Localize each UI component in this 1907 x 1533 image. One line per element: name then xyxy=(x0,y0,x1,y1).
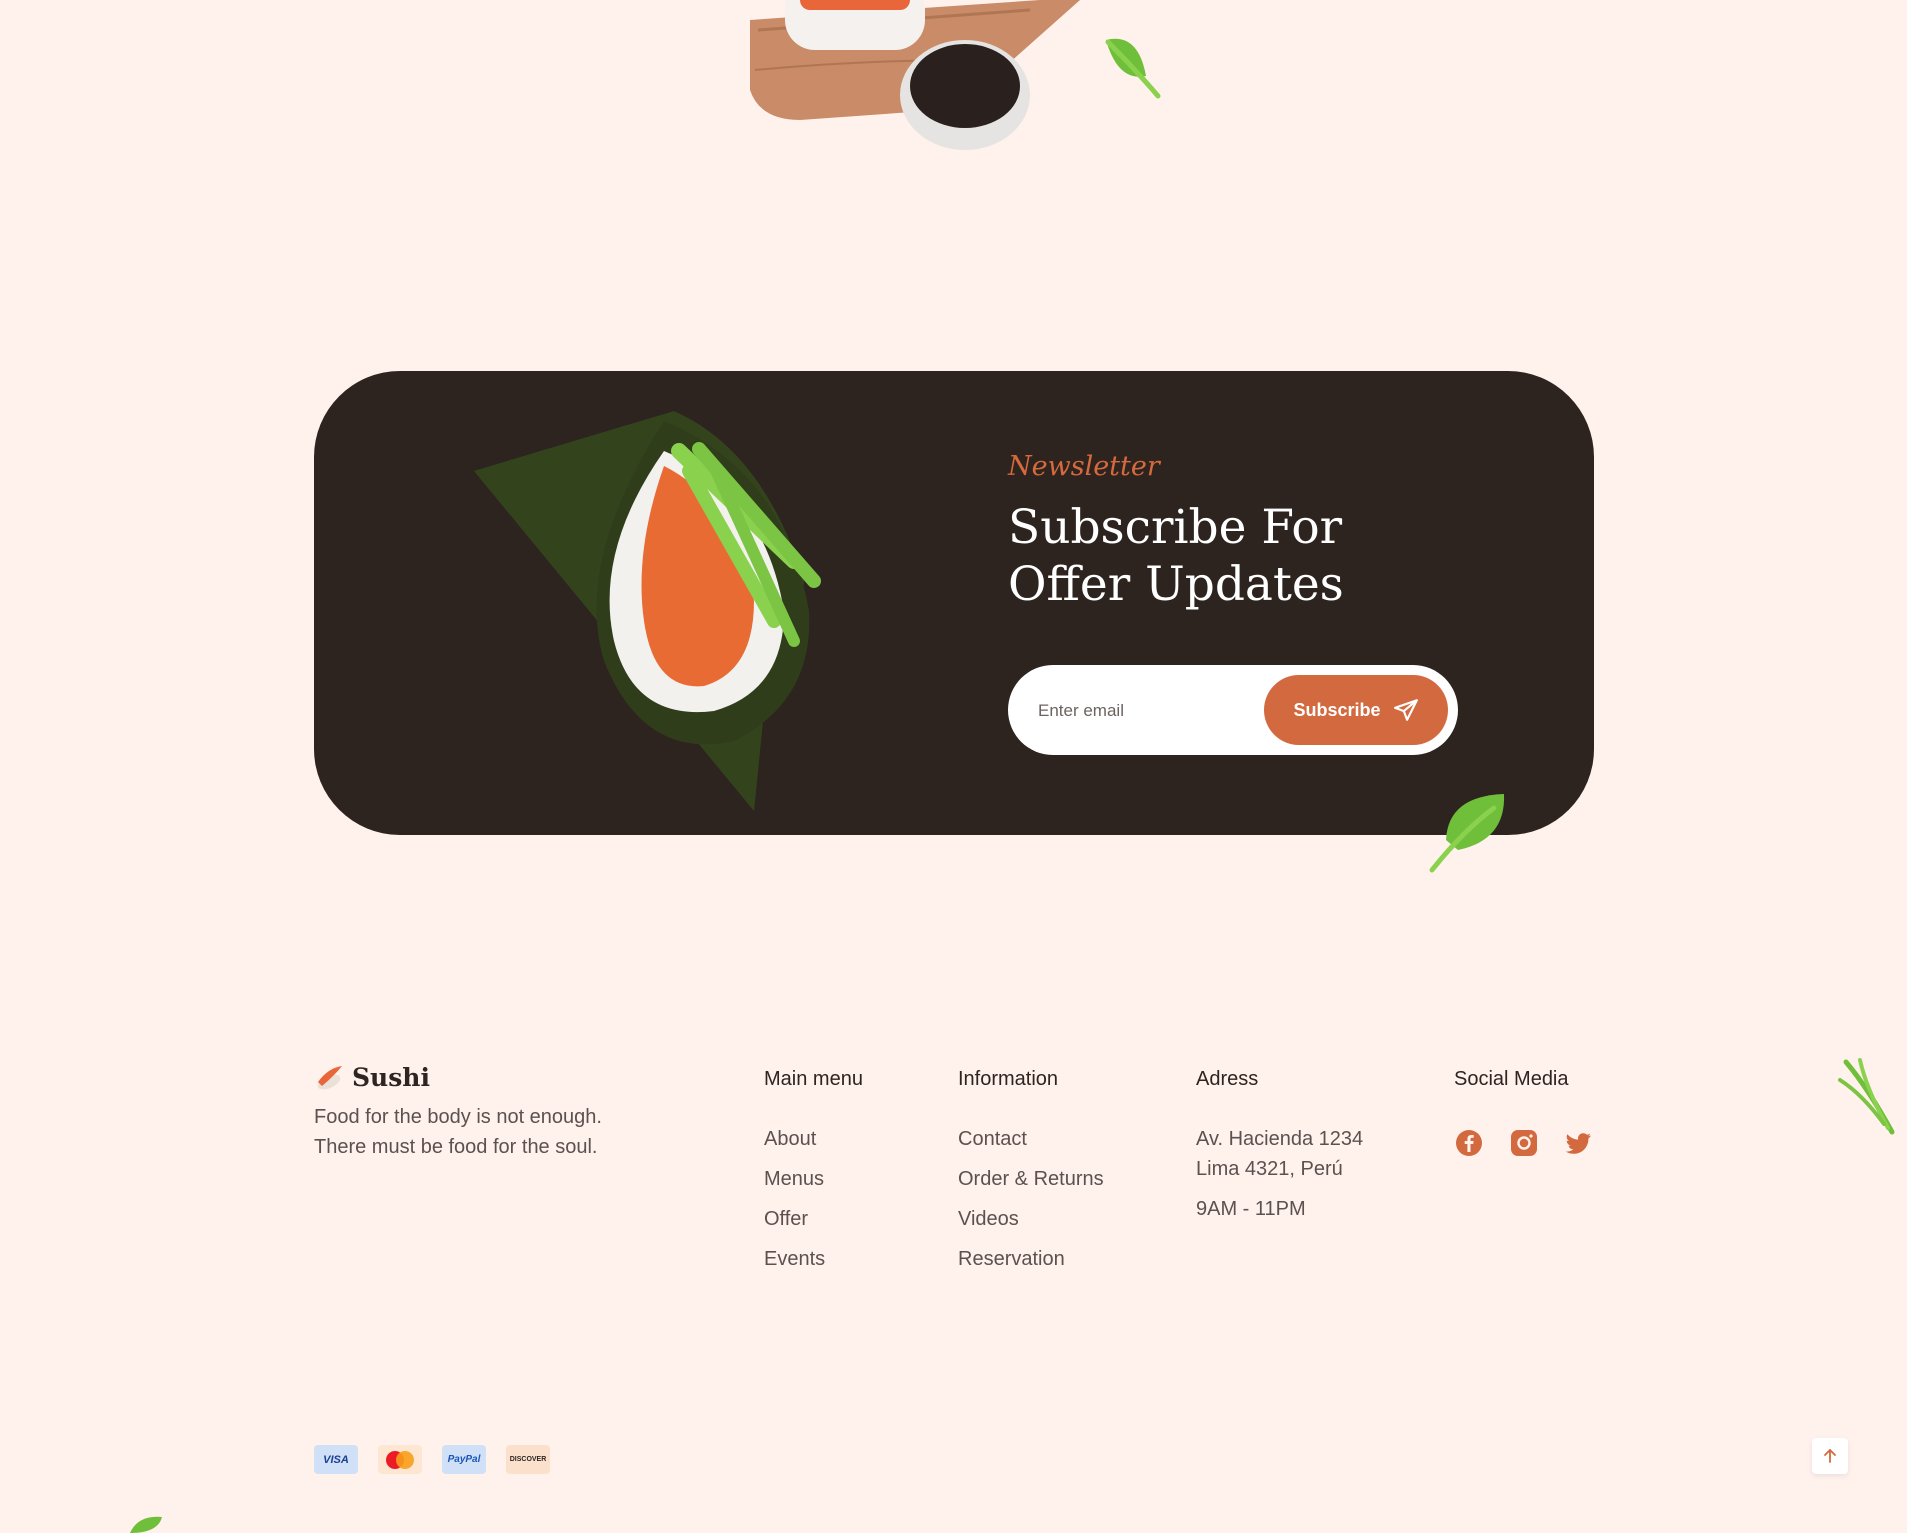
information-title: Information xyxy=(958,1068,1059,1090)
footer-link-about[interactable]: About xyxy=(764,1128,816,1150)
scroll-to-top-button[interactable] xyxy=(1812,1438,1848,1474)
email-field[interactable] xyxy=(1036,687,1250,735)
main-menu-list: About Menus Offer Events xyxy=(764,1119,825,1279)
list-item: Order & Returns xyxy=(958,1159,1104,1199)
footer-link-menus[interactable]: Menus xyxy=(764,1168,824,1190)
discover-card-icon: DISCOVER xyxy=(506,1445,550,1474)
footer-link-reservation[interactable]: Reservation xyxy=(958,1248,1065,1270)
footer-link-offer[interactable]: Offer xyxy=(764,1208,808,1230)
newsletter-form: Subscribe xyxy=(1008,665,1458,755)
brand-name: Sushi xyxy=(352,1063,430,1092)
subscribe-label: Subscribe xyxy=(1293,699,1381,720)
subscribe-button[interactable]: Subscribe xyxy=(1264,675,1448,745)
main-menu-title: Main menu xyxy=(764,1068,863,1090)
list-item: Events xyxy=(764,1239,825,1279)
brand-tagline: Food for the body is not enough. There m… xyxy=(314,1106,602,1158)
newsletter-card: Newsletter Subscribe For Offer Updates S… xyxy=(314,371,1594,835)
address-line-1: Av. Hacienda 1234 xyxy=(1196,1128,1364,1150)
sushi-logo-icon xyxy=(317,1065,342,1089)
scallion-decoration xyxy=(1838,1058,1895,1135)
mastercard-icon xyxy=(378,1445,422,1474)
list-item: Menus xyxy=(764,1159,825,1199)
instagram-icon[interactable] xyxy=(1509,1128,1539,1158)
leaf-decoration xyxy=(130,1516,162,1533)
footer-logo[interactable]: Sushi xyxy=(314,1063,430,1092)
newsletter-title: Subscribe For Offer Updates xyxy=(1008,500,1344,612)
footer-link-events[interactable]: Events xyxy=(764,1248,825,1270)
send-icon xyxy=(1393,699,1418,721)
address-line-2: Lima 4321, Perú xyxy=(1196,1158,1343,1180)
list-item: Contact xyxy=(958,1119,1104,1159)
list-item: Offer xyxy=(764,1199,825,1239)
sushi-plate-illustration xyxy=(750,0,1080,150)
social-media-title: Social Media xyxy=(1454,1068,1569,1090)
opening-hours: 9AM - 11PM xyxy=(1196,1198,1306,1220)
information-list: Contact Order & Returns Videos Reservati… xyxy=(958,1119,1104,1279)
arrow-up-icon xyxy=(1824,1449,1836,1463)
list-item: Reservation xyxy=(958,1239,1104,1279)
leaf-decoration xyxy=(1429,794,1505,873)
visa-card-icon: VISA xyxy=(314,1445,358,1474)
paypal-icon: PayPal xyxy=(442,1445,486,1474)
list-item: About xyxy=(764,1119,825,1159)
temaki-sushi-illustration xyxy=(474,411,821,811)
leaf-decoration xyxy=(1105,38,1161,99)
newsletter-eyebrow: Newsletter xyxy=(1008,451,1160,482)
footer-link-contact[interactable]: Contact xyxy=(958,1128,1027,1150)
footer-link-order-returns[interactable]: Order & Returns xyxy=(958,1168,1104,1190)
facebook-icon[interactable] xyxy=(1454,1128,1484,1158)
footer-link-videos[interactable]: Videos xyxy=(958,1208,1019,1230)
twitter-icon[interactable] xyxy=(1564,1128,1594,1158)
list-item: Videos xyxy=(958,1199,1104,1239)
address-title: Adress xyxy=(1196,1068,1259,1090)
